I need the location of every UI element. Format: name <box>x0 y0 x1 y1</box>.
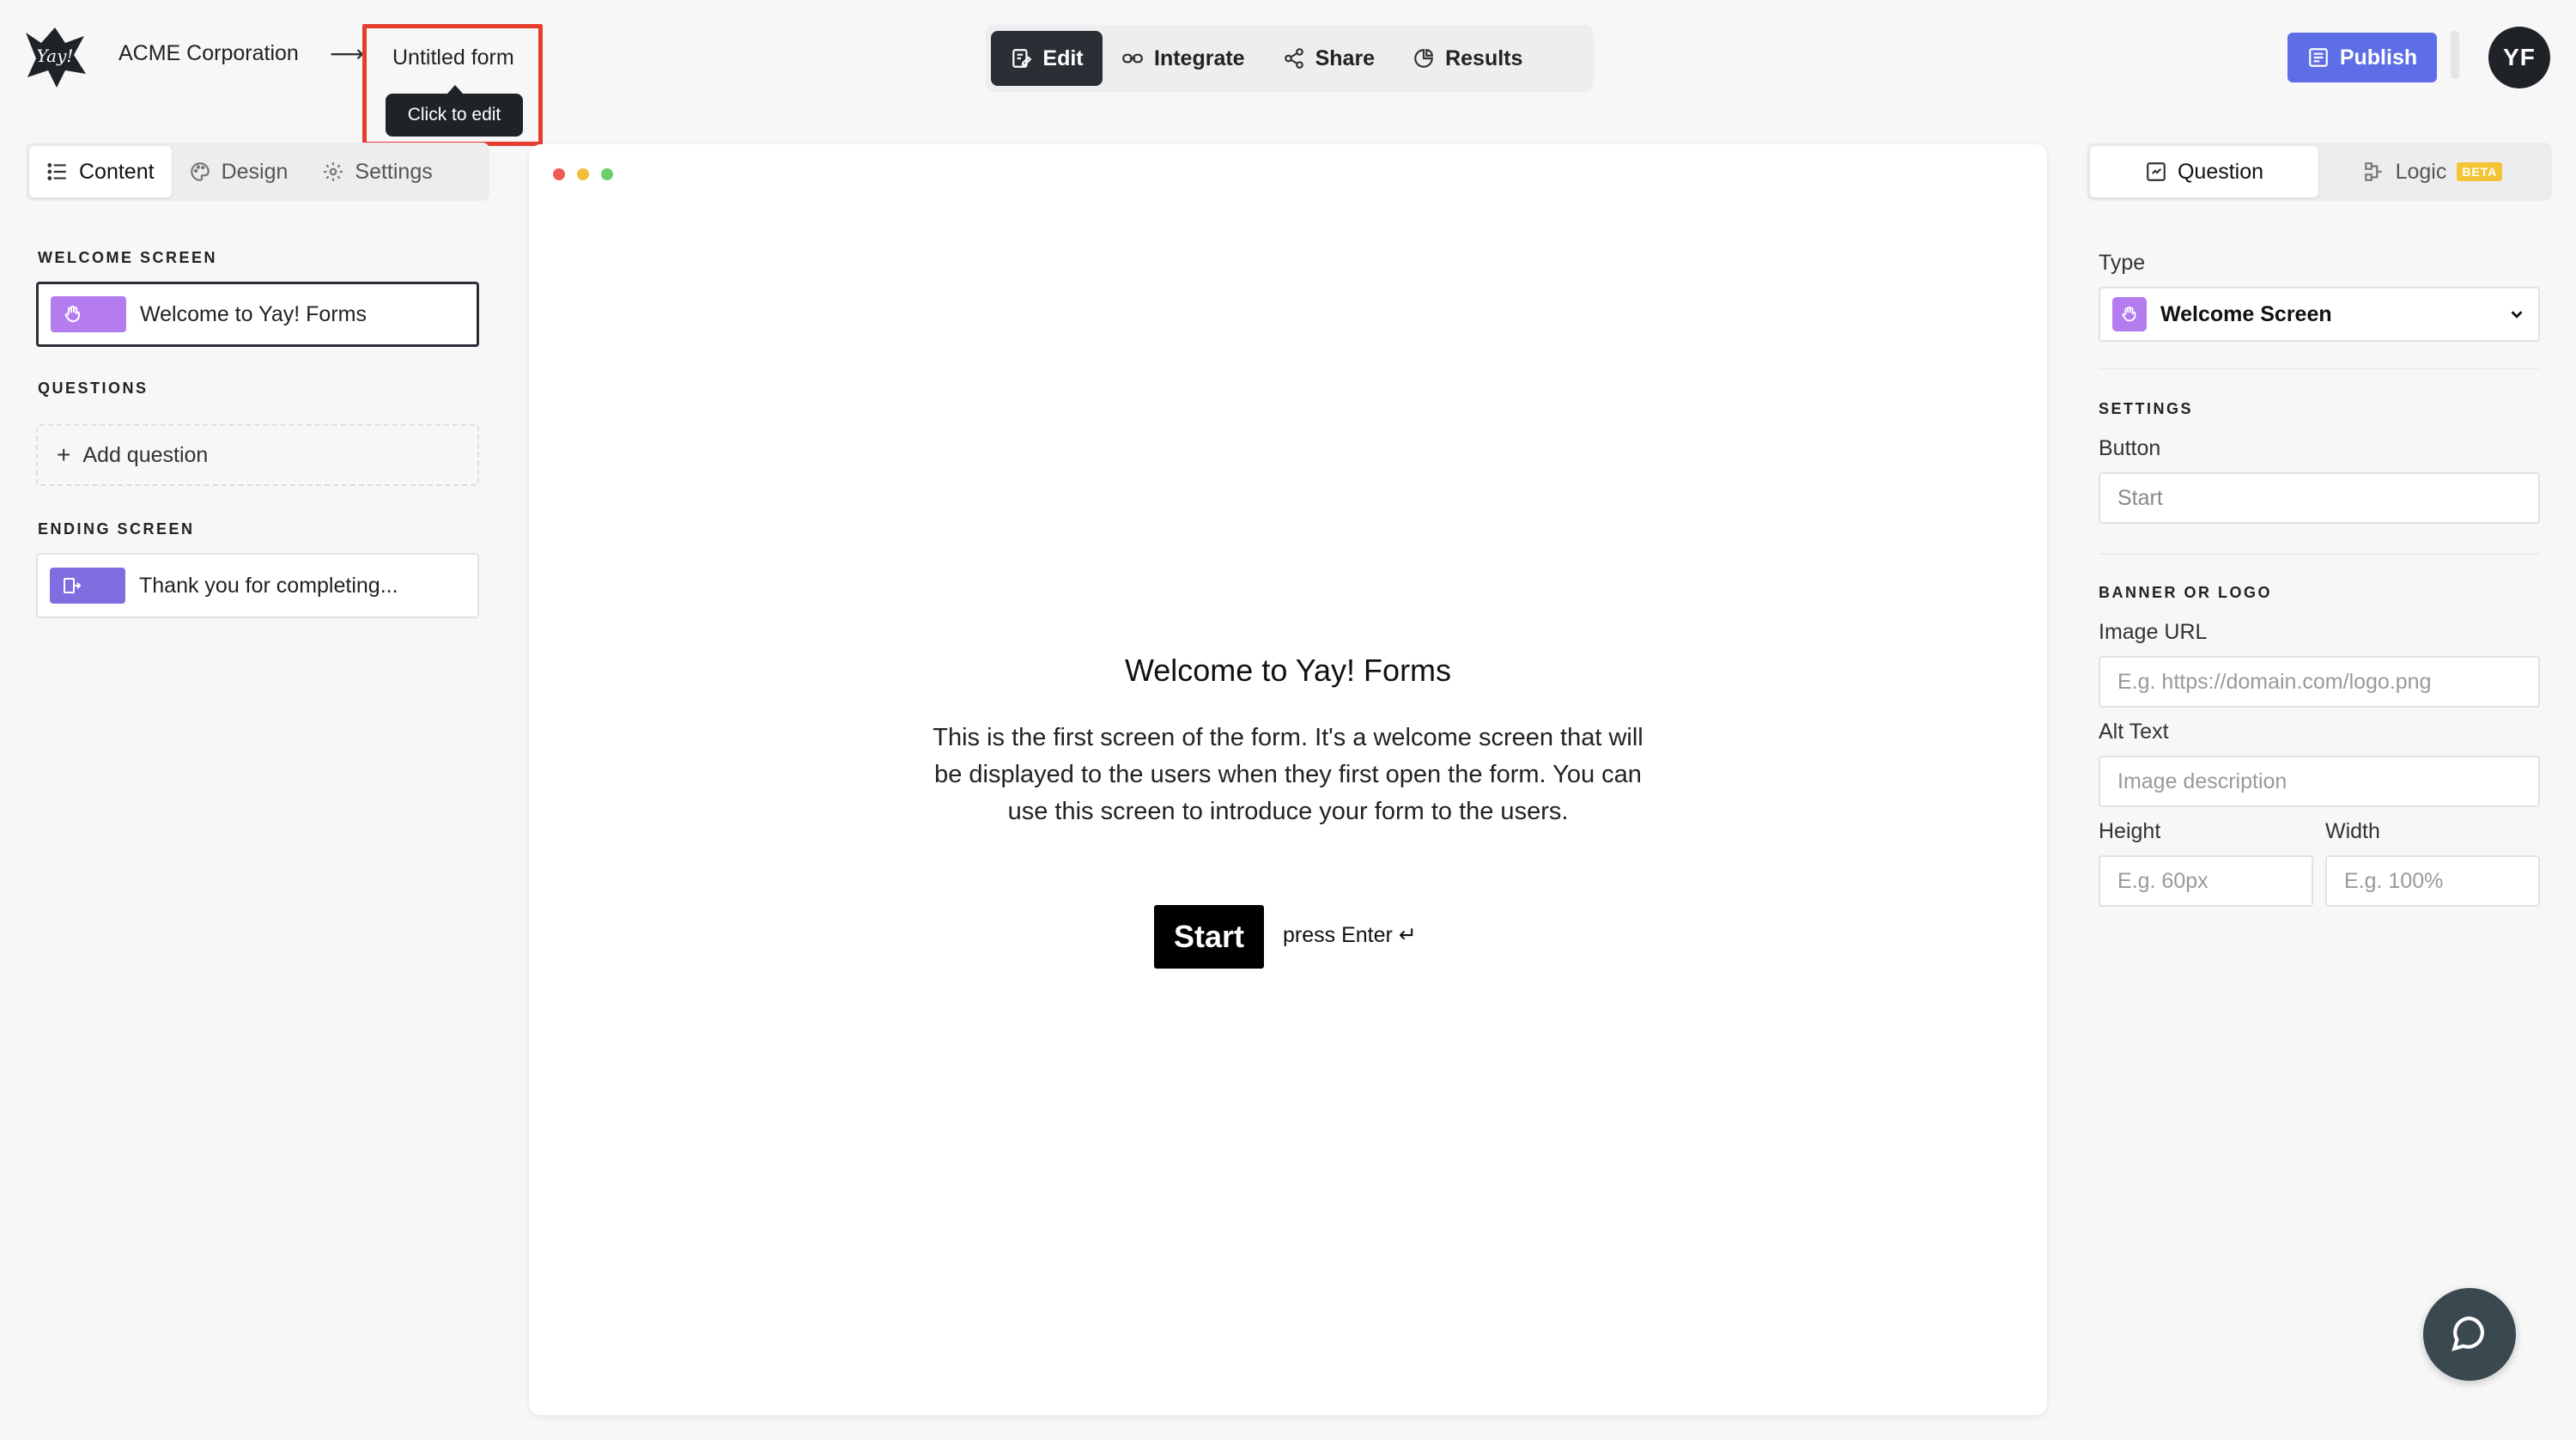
tab-edit-label: Edit <box>1042 46 1084 70</box>
image-url-input[interactable] <box>2099 656 2540 708</box>
welcome-screen-item[interactable]: Welcome to Yay! Forms <box>36 282 479 347</box>
yay-logo-icon[interactable]: Yay! <box>22 24 88 89</box>
welcome-type-badge <box>2112 297 2147 331</box>
right-panel-tabs: Question Logic BETA <box>2087 143 2552 201</box>
alt-text-input[interactable] <box>2099 756 2540 807</box>
tab-share[interactable]: Share <box>1264 31 1394 86</box>
publish-button[interactable]: Publish <box>2287 33 2437 82</box>
settings-heading: SETTINGS <box>2099 400 2194 417</box>
add-question-button[interactable]: + Add question <box>36 424 479 486</box>
image-url-label: Image URL <box>2099 620 2208 644</box>
beta-badge: BETA <box>2457 162 2503 181</box>
tab-results[interactable]: Results <box>1394 31 1541 86</box>
tab-question-label: Question <box>2177 159 2264 184</box>
click-to-edit-tooltip: Click to edit <box>386 85 523 137</box>
tab-integrate[interactable]: Integrate <box>1103 31 1264 86</box>
hand-wave-icon <box>64 306 80 323</box>
link-icon <box>1122 53 1143 64</box>
form-title[interactable]: Untitled form <box>392 46 514 70</box>
height-input[interactable] <box>2099 855 2313 907</box>
ending-item-label: Thank you for completing... <box>139 573 398 598</box>
gear-icon <box>324 162 343 181</box>
window-dot-yellow <box>577 168 589 180</box>
tab-design[interactable]: Design <box>172 146 306 197</box>
left-panel-tabs: Content Design Settings <box>26 143 489 201</box>
share-icon <box>1284 48 1303 69</box>
tab-share-label: Share <box>1315 46 1376 70</box>
publish-label: Publish <box>2339 45 2418 70</box>
window-dot-green <box>601 168 613 180</box>
welcome-item-label: Welcome to Yay! Forms <box>140 301 367 326</box>
width-label: Width <box>2325 819 2380 843</box>
welcome-title[interactable]: Welcome to Yay! Forms <box>529 653 2047 689</box>
avatar[interactable]: YF <box>2488 27 2550 88</box>
help-chat-button[interactable] <box>2423 1288 2516 1381</box>
tab-edit[interactable]: Edit <box>991 31 1103 86</box>
type-select[interactable]: Welcome Screen <box>2099 287 2540 342</box>
plus-icon: + <box>57 441 71 468</box>
welcome-item-badge <box>51 296 126 332</box>
banner-logo-heading: BANNER OR LOGO <box>2099 584 2273 601</box>
tab-content[interactable]: Content <box>29 146 172 197</box>
width-input[interactable] <box>2325 855 2540 907</box>
results-icon <box>1414 49 1433 68</box>
height-label: Height <box>2099 819 2161 843</box>
add-question-label: Add question <box>82 442 209 467</box>
window-dot-red <box>553 168 565 180</box>
tab-logic-label: Logic <box>2395 159 2447 184</box>
form-title-highlight: Untitled form Click to edit <box>362 24 543 146</box>
tab-logic[interactable]: Logic BETA <box>2318 146 2547 197</box>
ending-item-badge <box>50 568 125 604</box>
breadcrumb-arrow-icon: ⟶ <box>330 40 365 67</box>
form-preview-canvas: Welcome to Yay! Forms This is the first … <box>529 144 2047 1415</box>
ending-screen-item[interactable]: Thank you for completing... <box>36 553 479 618</box>
welcome-description[interactable]: This is the first screen of the form. It… <box>919 720 1657 830</box>
tab-question[interactable]: Question <box>2090 146 2318 197</box>
alt-text-label: Alt Text <box>2099 720 2169 744</box>
chevron-down-icon <box>2511 311 2523 319</box>
right-panel-divider <box>2099 553 2540 555</box>
hand-wave-icon <box>2122 306 2136 322</box>
palette-icon <box>190 162 210 181</box>
ending-screen-heading: ENDING SCREEN <box>38 520 195 538</box>
type-select-value: Welcome Screen <box>2160 301 2332 326</box>
logic-icon <box>2364 162 2382 181</box>
mode-tabs: Edit Integrate Share Results <box>986 25 1594 92</box>
publish-icon <box>2309 48 2328 67</box>
press-enter-hint: press Enter ↵ <box>1283 923 1417 947</box>
question-icon <box>2147 162 2166 181</box>
chat-bubble-icon <box>2451 1316 2484 1352</box>
svg-text:Yay!: Yay! <box>37 46 74 66</box>
questions-heading: QUESTIONS <box>38 380 149 397</box>
type-label: Type <box>2099 251 2146 275</box>
button-text-input[interactable] <box>2099 472 2540 524</box>
tab-content-label: Content <box>79 159 155 184</box>
button-label: Button <box>2099 436 2161 460</box>
right-panel-divider <box>2099 368 2540 369</box>
tab-results-label: Results <box>1445 46 1523 70</box>
header-divider <box>2451 31 2459 79</box>
list-icon <box>47 163 66 180</box>
edit-icon <box>1012 49 1032 68</box>
welcome-screen-heading: WELCOME SCREEN <box>38 249 218 266</box>
tab-design-label: Design <box>221 159 289 184</box>
tab-integrate-label: Integrate <box>1154 46 1245 70</box>
tab-settings[interactable]: Settings <box>305 146 449 197</box>
tab-settings-label: Settings <box>355 159 433 184</box>
start-button[interactable]: Start <box>1154 905 1264 969</box>
exit-icon <box>64 578 82 593</box>
top-bar: Yay! ACME Corporation ⟶ Untitled form Cl… <box>0 0 2576 146</box>
organization-name[interactable]: ACME Corporation <box>118 41 299 66</box>
